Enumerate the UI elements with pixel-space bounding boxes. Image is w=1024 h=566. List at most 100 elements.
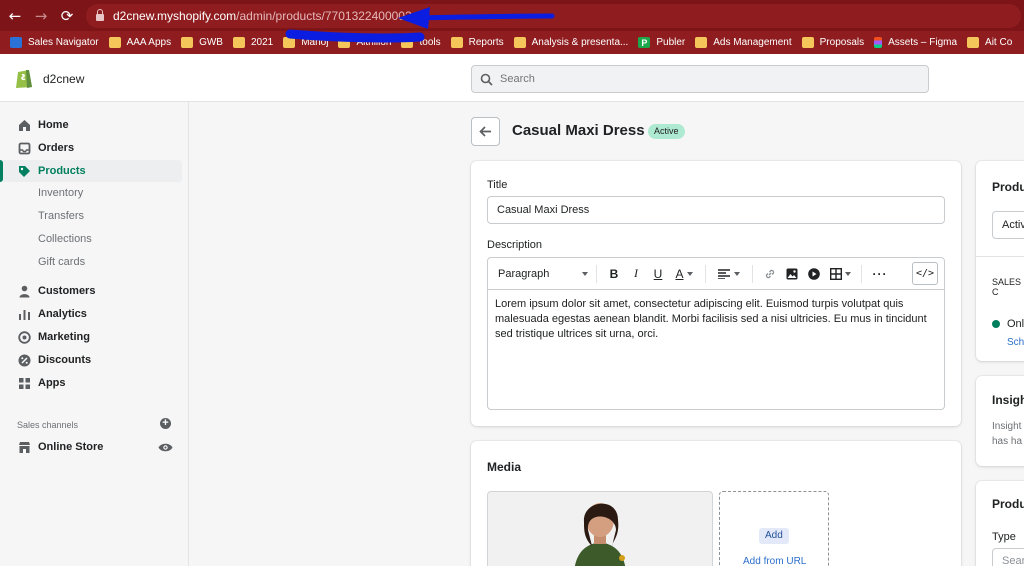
more-actions-icon[interactable]: ··· (870, 264, 890, 284)
bookmark-figma[interactable]: Assets – Figma (874, 37, 957, 48)
bookmark-folder[interactable]: Proposals (801, 37, 864, 48)
sidebar-item-discounts[interactable]: Discounts (0, 349, 189, 371)
url-path: /admin/products/7701322400002 (236, 9, 412, 23)
image-icon[interactable] (783, 264, 801, 284)
description-editor: Paragraph B I U A ··· </> Lorem ipsum do… (487, 257, 945, 410)
schedule-link[interactable]: Sch (1007, 337, 1024, 348)
status-badge: Active (648, 124, 685, 139)
url-field[interactable]: d2cnew.myshopify.com/admin/products/7701… (86, 4, 1021, 28)
table-icon[interactable] (827, 264, 853, 284)
bookmark-publer[interactable]: P Publer (638, 37, 685, 48)
toolbar-divider (861, 264, 862, 283)
paragraph-select[interactable]: Paragraph (498, 264, 588, 284)
bookmark-folder[interactable]: 2021 (232, 37, 273, 48)
sales-channels-label: Sales channels (17, 420, 79, 430)
status-card-heading: Produ (992, 180, 1024, 194)
folder-icon (232, 37, 245, 48)
bookmarks-bar: Sales Navigator AAA Apps GWB 2021 Manoj … (0, 31, 1024, 54)
add-media-button[interactable]: Add (759, 528, 789, 544)
folder-icon (967, 37, 980, 48)
folder-icon (401, 37, 414, 48)
home-icon (18, 119, 31, 132)
folder-icon (181, 37, 194, 48)
chevron-down-icon (582, 271, 588, 276)
bookmark-folder[interactable]: Ads Management (695, 37, 792, 48)
product-photo-woman (574, 503, 626, 566)
folder-icon (801, 37, 814, 48)
divider (976, 256, 1024, 257)
lock-icon (96, 9, 104, 21)
media-heading: Media (487, 460, 522, 474)
folder-icon (283, 37, 296, 48)
bookmark-sales-navigator[interactable]: Sales Navigator (10, 37, 99, 48)
target-icon (18, 330, 31, 344)
sidebar-subitem-gift-cards[interactable]: Gift cards (38, 256, 85, 268)
forward-arrow-icon[interactable]: → (30, 5, 52, 27)
search-input[interactable] (500, 73, 900, 85)
sidebar-item-customers[interactable]: Customers (0, 280, 189, 302)
orders-icon (18, 142, 31, 155)
folder-icon (695, 37, 708, 48)
toolbar-divider (752, 264, 753, 283)
folder-icon (338, 37, 351, 48)
sidebar-subitem-transfers[interactable]: Transfers (38, 210, 84, 222)
bookmark-folder[interactable]: Aitrillion (338, 37, 391, 48)
sidebar-item-analytics[interactable]: Analytics (0, 303, 189, 325)
folder-icon (513, 37, 526, 48)
shopify-logo-icon (16, 70, 32, 88)
sidebar-subitem-inventory[interactable]: Inventory (38, 187, 83, 199)
reload-icon[interactable]: ⟳ (56, 5, 78, 27)
linkedin-icon (10, 37, 22, 48)
url-host: d2cnew.myshopify.com (113, 9, 237, 23)
bookmark-folder[interactable]: GWB (181, 37, 223, 48)
title-label: Title (487, 179, 508, 191)
description-text[interactable]: Lorem ipsum dolor sit amet, consectetur … (495, 297, 935, 342)
store-name[interactable]: d2cnew (43, 72, 84, 86)
bookmark-folder[interactable]: Analysis & presenta... (513, 37, 628, 48)
title-field[interactable] (487, 196, 945, 224)
add-from-url-link[interactable]: Add from URL (743, 556, 806, 566)
search-icon (480, 73, 493, 86)
bookmark-folder[interactable]: Reports (450, 37, 504, 48)
browser-address-bar: ← → ⟳ d2cnew.myshopify.com/admin/product… (0, 0, 1024, 31)
person-icon (18, 285, 31, 298)
status-select[interactable]: Activ (992, 211, 1024, 239)
bookmark-folder[interactable]: Ait Co (967, 37, 1012, 48)
product-image[interactable] (487, 491, 713, 566)
bookmark-folder[interactable]: tools (401, 37, 441, 48)
toolbar-divider (705, 264, 706, 283)
folder-icon (108, 37, 121, 48)
page-title: Casual Maxi Dress (512, 122, 645, 139)
align-icon[interactable] (714, 264, 744, 284)
insights-text: has ha (992, 436, 1023, 447)
sidebar-item-home[interactable]: Home (0, 114, 189, 136)
bold-icon[interactable]: B (605, 264, 623, 284)
underline-icon[interactable]: U (649, 264, 667, 284)
bar-chart-icon (18, 308, 31, 321)
back-button[interactable] (471, 117, 500, 146)
type-search-input[interactable]: Sear (992, 548, 1024, 566)
italic-icon[interactable]: I (627, 264, 645, 284)
search-bar[interactable] (471, 65, 929, 93)
add-channel-plus-icon[interactable]: + (160, 418, 171, 429)
code-view-icon[interactable]: </> (912, 262, 938, 285)
online-store-channel: Onl (1007, 318, 1024, 330)
sidebar-subitem-collections[interactable]: Collections (38, 233, 92, 245)
text-color-icon[interactable]: A (671, 264, 697, 284)
sales-channels-heading: SALES C (992, 277, 1022, 297)
sidebar-item-apps[interactable]: Apps (0, 372, 189, 394)
insights-heading: Insigh (992, 393, 1024, 407)
bookmark-folder[interactable]: AAA Apps (108, 37, 171, 48)
video-icon[interactable] (805, 264, 823, 284)
admin-topbar: d2cnew (0, 54, 1024, 102)
store-icon (18, 441, 31, 454)
sidebar-item-marketing[interactable]: Marketing (0, 326, 189, 348)
sidebar-item-orders[interactable]: Orders (0, 137, 189, 159)
sidebar-item-products[interactable]: Products (0, 160, 182, 182)
description-label: Description (487, 239, 543, 251)
bookmark-folder[interactable]: Manoj (283, 37, 328, 48)
eye-icon[interactable] (158, 442, 173, 453)
back-arrow-icon[interactable]: ← (4, 5, 26, 27)
type-label: Type (992, 531, 1016, 543)
link-icon[interactable] (761, 264, 779, 284)
